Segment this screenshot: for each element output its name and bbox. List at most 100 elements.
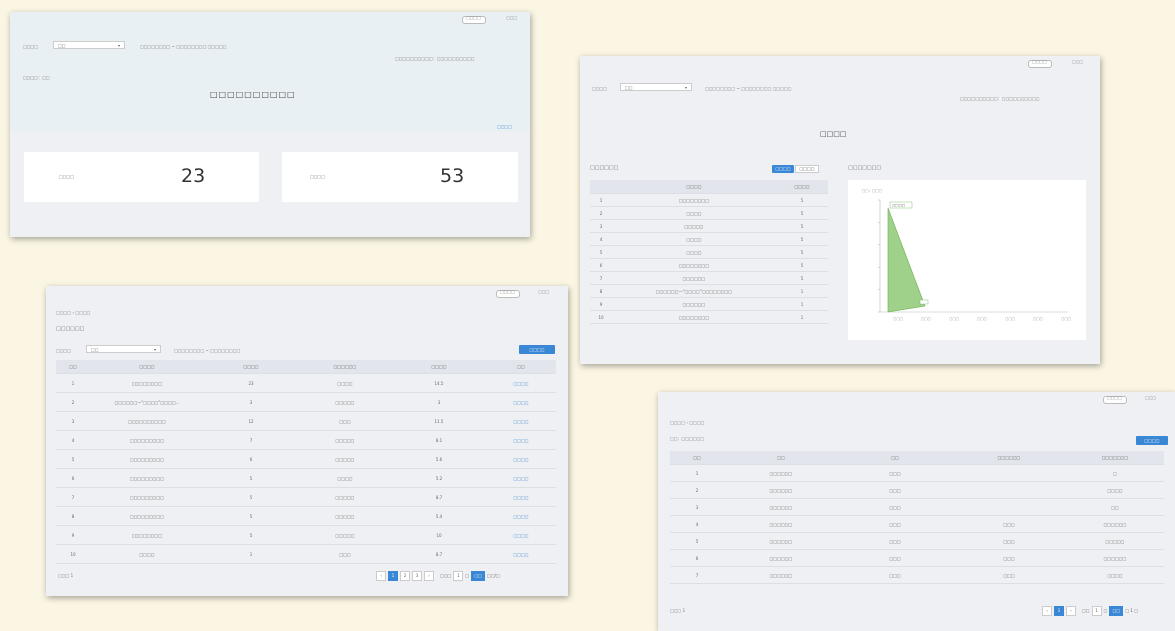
table-cell: 5 — [204, 506, 298, 526]
stat-label: □□□□ — [310, 174, 326, 179]
table-cell: 9 — [56, 525, 90, 545]
table-cell: □□□□□□ — [724, 549, 838, 567]
goto-page-input[interactable]: 1 — [453, 571, 464, 581]
table-cell: 5 — [204, 487, 298, 507]
table-row: 10 □□□□ 1 □□□ 8.7 □□□□ — [56, 544, 556, 564]
table-cell: □□□□□□□□ — [90, 373, 204, 393]
table-cell: 5 — [776, 258, 828, 272]
stat-label: □□□□ — [59, 174, 75, 179]
table-cell: 4 — [670, 515, 724, 533]
page-unit: □ — [465, 573, 470, 578]
learner-chart-panel: □□□ □□□ □□□ □□□ □□□ □□□ □□□ □□：□□□ □□□□ — [848, 180, 1086, 340]
filter-select-value: □□ — [91, 347, 99, 352]
table-cell: □□□□ — [612, 232, 776, 246]
table-cell: □□□□□ — [298, 525, 392, 545]
logout-link[interactable]: □□□ — [1072, 59, 1083, 64]
table-row: 9 □□□□□□ 1 — [590, 297, 828, 311]
table-cell: □□□□□□□□ — [612, 193, 776, 207]
export-button[interactable]: □□□□ — [519, 345, 555, 354]
page-button[interactable]: 1 — [388, 571, 398, 581]
row-action-link[interactable]: □□□□ — [486, 373, 556, 393]
table-cell: 7 — [56, 487, 90, 507]
stat-value: 53 — [440, 165, 465, 187]
top-bar-text: □□□□ — [500, 289, 516, 294]
table-cell: 1 — [670, 464, 724, 482]
table-cell: 23 — [204, 373, 298, 393]
next-page-button[interactable]: › — [1066, 606, 1076, 616]
filter-label: □□□□ — [23, 44, 39, 49]
row-action-link[interactable]: □□□□ — [486, 468, 556, 488]
chevron-down-icon: ▾ — [684, 85, 687, 90]
table-cell: 5 — [776, 219, 828, 233]
goto-button[interactable]: □□ — [1109, 606, 1124, 616]
table-cell: 8 — [590, 284, 612, 298]
row-action-link[interactable]: □□□□ — [486, 525, 556, 545]
page-title: □□□□□□ — [56, 326, 85, 332]
table-cell: □□□□□ — [298, 449, 392, 469]
export-button[interactable]: □□□□ — [1136, 436, 1168, 445]
detail-link[interactable]: □□□□ — [497, 124, 512, 129]
breadcrumb[interactable]: □□□□ › □□□□ — [670, 420, 704, 425]
table-cell: □□ — [1066, 498, 1164, 516]
table-cell: □□□□□ — [298, 430, 392, 450]
table-row: 5 □□□□□□ □□□ □□□ □□□□□ — [670, 532, 1164, 550]
col-progress: □□□□□□ — [952, 451, 1066, 465]
prev-page-button[interactable]: ‹ — [1042, 606, 1052, 616]
table-cell: □□□□□□ — [612, 271, 776, 285]
breadcrumb[interactable]: □□□□ › □□□□ — [56, 310, 90, 315]
logout-link[interactable]: □□□ — [1145, 395, 1156, 400]
date-range: □□□□□□□□ ~ □□□□□□□□ □□□□□ — [140, 44, 227, 49]
row-action-link[interactable]: □□□□ — [486, 449, 556, 469]
table-cell: 1 — [776, 297, 828, 311]
table-cell: □□□ — [838, 515, 952, 533]
course-table: □□□□ □□□□ 1 □□□□□□□□ 5 2 □□□□ 5 3 □□□□□ 5 4 □□□□ 5 5… — [590, 180, 828, 324]
next-page-button[interactable]: › — [424, 571, 434, 581]
filter-select-value: □□ — [58, 43, 66, 48]
logout-link[interactable]: □□□ — [538, 289, 549, 294]
goto-page-input[interactable]: 1 — [1091, 606, 1102, 616]
table-cell: 3 — [204, 392, 298, 412]
table-cell: □□□□ — [1066, 566, 1164, 584]
row-action-link[interactable]: □□□□ — [486, 411, 556, 431]
top-bar: □□□□ □□□ — [580, 56, 1100, 70]
toggle-learners-button[interactable]: □□□□ — [795, 165, 819, 173]
table-row: 2 □□□□□□ □□□ □□□□ — [670, 481, 1164, 499]
per-page: □ 1 □ — [1125, 608, 1138, 613]
goto-button[interactable]: □□ — [471, 571, 486, 581]
filter-select[interactable]: □□ ▾ — [53, 41, 125, 49]
table-cell: □□□ — [952, 515, 1066, 533]
prev-page-button[interactable]: ‹ — [376, 571, 386, 581]
row-action-link[interactable]: □□□□ — [486, 430, 556, 450]
x-tick-label: □□□ — [921, 317, 931, 321]
filter-select[interactable]: □□ ▾ — [620, 83, 692, 91]
table-cell: □□□□□□□□□ — [90, 468, 204, 488]
pagination: ‹ 1 › □□ 1 □ □□ □ 1 □ — [1042, 606, 1138, 616]
row-action-link[interactable]: □□□□ — [486, 392, 556, 412]
table-cell: 2 — [590, 206, 612, 220]
page-title: □□□□ — [820, 130, 847, 138]
table-header-row: □□ □□ □□ □□□□□□ □□□□□□□ — [670, 451, 1164, 465]
row-action-link[interactable]: □□□□ — [486, 506, 556, 526]
table-cell: 1 — [56, 373, 90, 393]
table-row: 1 □□□□□□□□ 23 □□□□ 14.5 □□□□ — [56, 373, 556, 393]
page-button[interactable]: 1 — [1054, 606, 1064, 616]
row-action-link[interactable]: □□□□ — [486, 487, 556, 507]
table-cell: 1 — [776, 284, 828, 298]
table-cell: □□□□□□ — [1066, 549, 1164, 567]
page-button[interactable]: 2 — [400, 571, 410, 581]
logout-link[interactable]: □□□ — [506, 15, 517, 20]
table-row: 5 □□□□□□□□□ 6 □□□□□ 5.6 □□□□ — [56, 449, 556, 469]
table-cell: □□□□□ — [298, 487, 392, 507]
chevron-down-icon: ▾ — [117, 43, 120, 48]
row-action-link[interactable]: □□□□ — [486, 544, 556, 564]
page-button[interactable]: 3 — [412, 571, 422, 581]
x-tick-label: □□□ — [1061, 317, 1071, 321]
table-cell: 5 — [776, 271, 828, 285]
table-row: 2 □□□□□□—“□□□□”□□□□... 3 □□□□□ 3 □□□□ — [56, 392, 556, 412]
table-cell: □□□ — [952, 532, 1066, 550]
top-bar: □□□□ □□□ — [10, 12, 530, 26]
table-cell: 5 — [56, 449, 90, 469]
toggle-courses-button[interactable]: □□□□ — [772, 165, 794, 173]
table-cell: □□□ — [298, 544, 392, 564]
filter-select[interactable]: □□ ▾ — [86, 345, 161, 353]
